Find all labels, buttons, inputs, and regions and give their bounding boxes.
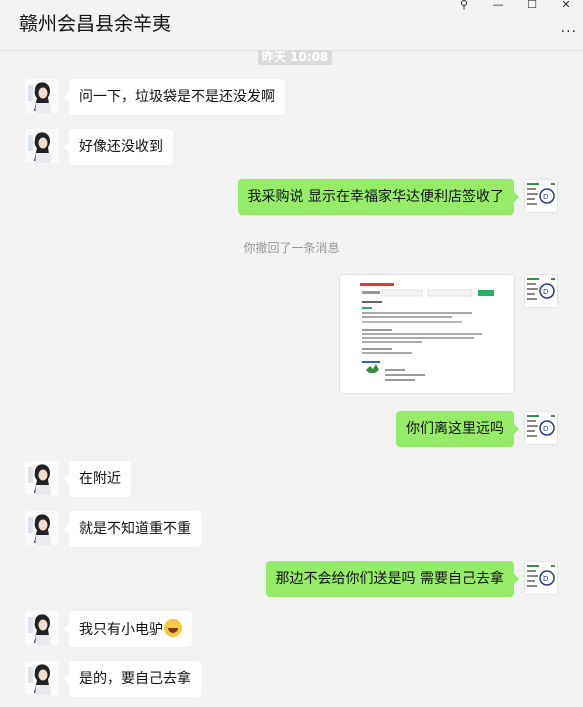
window-controls: ⚲ — ☐ ✕ — [447, 0, 583, 14]
message-bubble[interactable]: 那边不会给你们送是吗 需要自己去拿 — [265, 561, 520, 597]
chat-title: 赣州会昌县余辛夷 — [19, 13, 172, 35]
contact-avatar[interactable] — [25, 661, 59, 695]
contact-avatar[interactable] — [25, 129, 59, 163]
minimize-button[interactable]: — — [481, 0, 515, 14]
close-button[interactable]: ✕ — [549, 0, 583, 14]
contact-avatar[interactable] — [25, 511, 59, 545]
maximize-button[interactable]: ☐ — [515, 0, 549, 14]
message-text: 我只有小电驴 — [79, 622, 163, 638]
chat-header: 赣州会昌县余辛夷 ⚲ — ☐ ✕ ··· — [0, 0, 583, 51]
self-avatar[interactable]: D — [524, 411, 558, 445]
self-avatar[interactable]: D — [524, 179, 558, 213]
svg-text:D: D — [543, 425, 548, 433]
contact-avatar[interactable] — [25, 611, 59, 645]
message-bubble[interactable]: 我只有小电驴 — [64, 611, 192, 647]
more-options-icon[interactable]: ··· — [561, 24, 577, 40]
timestamp: 昨天 10:08 — [258, 50, 333, 65]
self-avatar[interactable]: D — [524, 274, 558, 308]
message-bubble[interactable]: 就是不知道重不重 — [64, 511, 201, 547]
message-bubble[interactable]: 好像还没收到 — [64, 129, 173, 165]
laughing-tears-emoji-icon — [164, 619, 182, 637]
contact-avatar[interactable] — [25, 461, 59, 495]
recall-notice: 你撤回了一条消息 — [243, 241, 340, 255]
svg-text:D: D — [543, 193, 548, 201]
self-avatar[interactable]: D — [524, 561, 558, 595]
message-bubble[interactable]: 是的，要自己去拿 — [64, 661, 201, 697]
message-bubble[interactable]: 问一下，垃圾袋是不是还没发啊 — [64, 79, 285, 115]
message-bubble[interactable]: 在附近 — [64, 461, 131, 497]
message-bubble[interactable]: 你们离这里远吗 — [396, 411, 519, 447]
svg-text:D: D — [543, 288, 548, 296]
image-message[interactable] — [339, 274, 515, 394]
message-bubble[interactable]: 我采购说 显示在幸福家华达便利店签收了 — [237, 179, 520, 215]
contact-avatar[interactable] — [25, 79, 59, 113]
pin-icon[interactable]: ⚲ — [447, 0, 481, 14]
svg-text:D: D — [543, 575, 548, 583]
